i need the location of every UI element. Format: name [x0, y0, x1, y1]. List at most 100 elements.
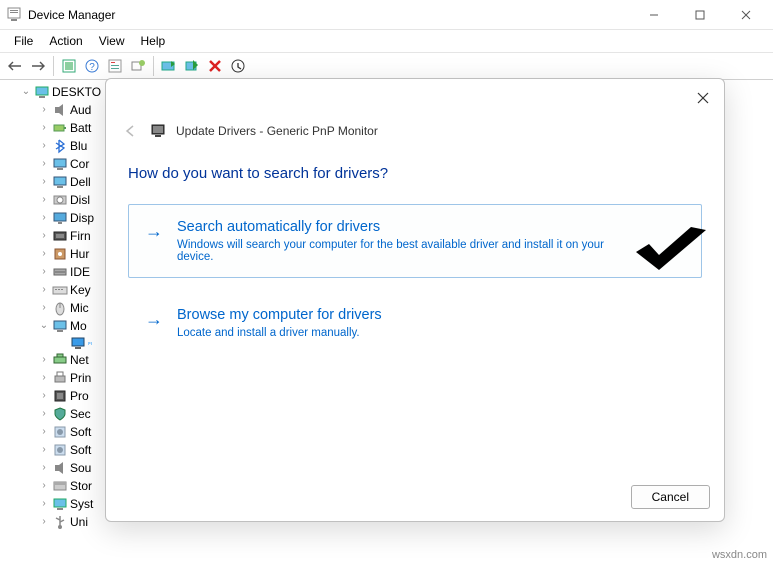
node-label: Mic: [70, 299, 89, 317]
menu-help[interactable]: Help: [133, 32, 174, 50]
expand-icon[interactable]: ›: [38, 155, 50, 173]
uninstall-icon[interactable]: [204, 55, 226, 77]
toolbar: ?: [0, 52, 773, 80]
monitor-icon: [150, 123, 166, 139]
expand-icon[interactable]: ›: [38, 299, 50, 317]
node-label: Prin: [70, 369, 91, 387]
monitor-icon: [52, 174, 68, 190]
storage-icon: [52, 478, 68, 494]
expand-icon[interactable]: ›: [38, 245, 50, 263]
update-drivers-dialog: Update Drivers - Generic PnP Monitor How…: [105, 78, 725, 522]
menu-view[interactable]: View: [91, 32, 133, 50]
node-label: Disp: [70, 209, 94, 227]
expand-icon[interactable]: ›: [38, 495, 50, 513]
expand-icon[interactable]: ›: [38, 173, 50, 191]
computer-icon: [52, 496, 68, 512]
menu-file[interactable]: File: [6, 32, 41, 50]
expand-icon[interactable]: ›: [38, 369, 50, 387]
firmware-icon: [52, 228, 68, 244]
node-label: Soft: [70, 423, 91, 441]
monitor-blue-icon: [70, 335, 86, 351]
menubar: File Action View Help: [0, 30, 773, 52]
back-button[interactable]: [4, 55, 26, 77]
node-label: Uni: [70, 513, 88, 531]
arrow-right-icon: →: [145, 221, 163, 263]
expand-icon[interactable]: ›: [38, 423, 50, 441]
expand-icon[interactable]: ›: [38, 351, 50, 369]
option-title: Browse my computer for drivers: [177, 307, 382, 323]
bluetooth-icon: [52, 138, 68, 154]
expand-icon[interactable]: ›: [38, 477, 50, 495]
help-icon[interactable]: ?: [81, 55, 103, 77]
expand-icon[interactable]: ›: [38, 441, 50, 459]
battery-icon: [52, 120, 68, 136]
node-label: Key: [70, 281, 91, 299]
expand-icon[interactable]: ›: [38, 263, 50, 281]
expand-icon[interactable]: ⌄: [38, 317, 50, 335]
security-icon: [52, 406, 68, 422]
enable-device-icon[interactable]: [181, 55, 203, 77]
display-icon: [52, 210, 68, 226]
node-label: IDE: [70, 263, 90, 281]
disk-icon: [52, 192, 68, 208]
forward-button[interactable]: [27, 55, 49, 77]
dialog-back-icon[interactable]: [124, 124, 140, 138]
scan-icon[interactable]: [127, 55, 149, 77]
collapse-icon[interactable]: ⌄: [20, 83, 32, 101]
node-label: Aud: [70, 101, 91, 119]
annotation-checkmark-icon: [631, 222, 711, 282]
node-label: Dell: [70, 173, 91, 191]
cancel-button[interactable]: Cancel: [631, 485, 710, 509]
minimize-button[interactable]: [631, 0, 677, 30]
node-label: Batt: [70, 119, 91, 137]
expand-icon[interactable]: ›: [38, 459, 50, 477]
ide-icon: [52, 264, 68, 280]
app-icon: [6, 7, 22, 23]
expand-icon[interactable]: ›: [38, 191, 50, 209]
disable-icon[interactable]: [227, 55, 249, 77]
expand-icon[interactable]: ›: [38, 101, 50, 119]
node-label: Sou: [70, 459, 91, 477]
option-desc: Locate and install a driver manually.: [177, 327, 382, 339]
dialog-title: Update Drivers - Generic PnP Monitor: [176, 124, 378, 138]
usb-icon: [52, 514, 68, 530]
close-button[interactable]: [723, 0, 769, 30]
printer-icon: [52, 370, 68, 386]
hid-icon: [52, 246, 68, 262]
monitor-icon: [52, 318, 68, 334]
expand-icon[interactable]: ›: [38, 513, 50, 531]
dialog-close-button[interactable]: [690, 85, 716, 111]
watermark: wsxdn.com: [712, 549, 767, 561]
node-label: Disl: [70, 191, 90, 209]
node-label: Soft: [70, 441, 91, 459]
expand-icon[interactable]: ›: [38, 119, 50, 137]
menu-action[interactable]: Action: [41, 32, 90, 50]
node-label: Mo: [70, 317, 87, 335]
expand-icon[interactable]: ›: [38, 227, 50, 245]
arrow-right-icon: →: [145, 309, 163, 339]
window-title: Device Manager: [28, 8, 115, 22]
soft-icon: [52, 442, 68, 458]
option-search-automatically[interactable]: → Search automatically for drivers Windo…: [128, 204, 702, 278]
update-driver-icon[interactable]: [158, 55, 180, 77]
node-label: Blu: [70, 137, 87, 155]
dialog-question: How do you want to search for drivers?: [128, 165, 702, 182]
expand-icon[interactable]: ›: [38, 281, 50, 299]
show-all-icon[interactable]: [58, 55, 80, 77]
properties-icon[interactable]: [104, 55, 126, 77]
node-label: Stor: [70, 477, 92, 495]
expand-icon[interactable]: ›: [38, 405, 50, 423]
expand-icon[interactable]: ›: [38, 387, 50, 405]
speaker-icon: [52, 460, 68, 476]
node-label: Hur: [70, 245, 89, 263]
node-label: Net: [70, 351, 89, 369]
expand-icon[interactable]: ›: [38, 209, 50, 227]
expand-icon[interactable]: ›: [38, 137, 50, 155]
mouse-icon: [52, 300, 68, 316]
node-label: Cor: [70, 155, 89, 173]
keyboard-icon: [52, 282, 68, 298]
maximize-button[interactable]: [677, 0, 723, 30]
cpu-icon: [52, 388, 68, 404]
option-browse-computer[interactable]: → Browse my computer for drivers Locate …: [128, 292, 702, 354]
node-label: [88, 342, 92, 344]
